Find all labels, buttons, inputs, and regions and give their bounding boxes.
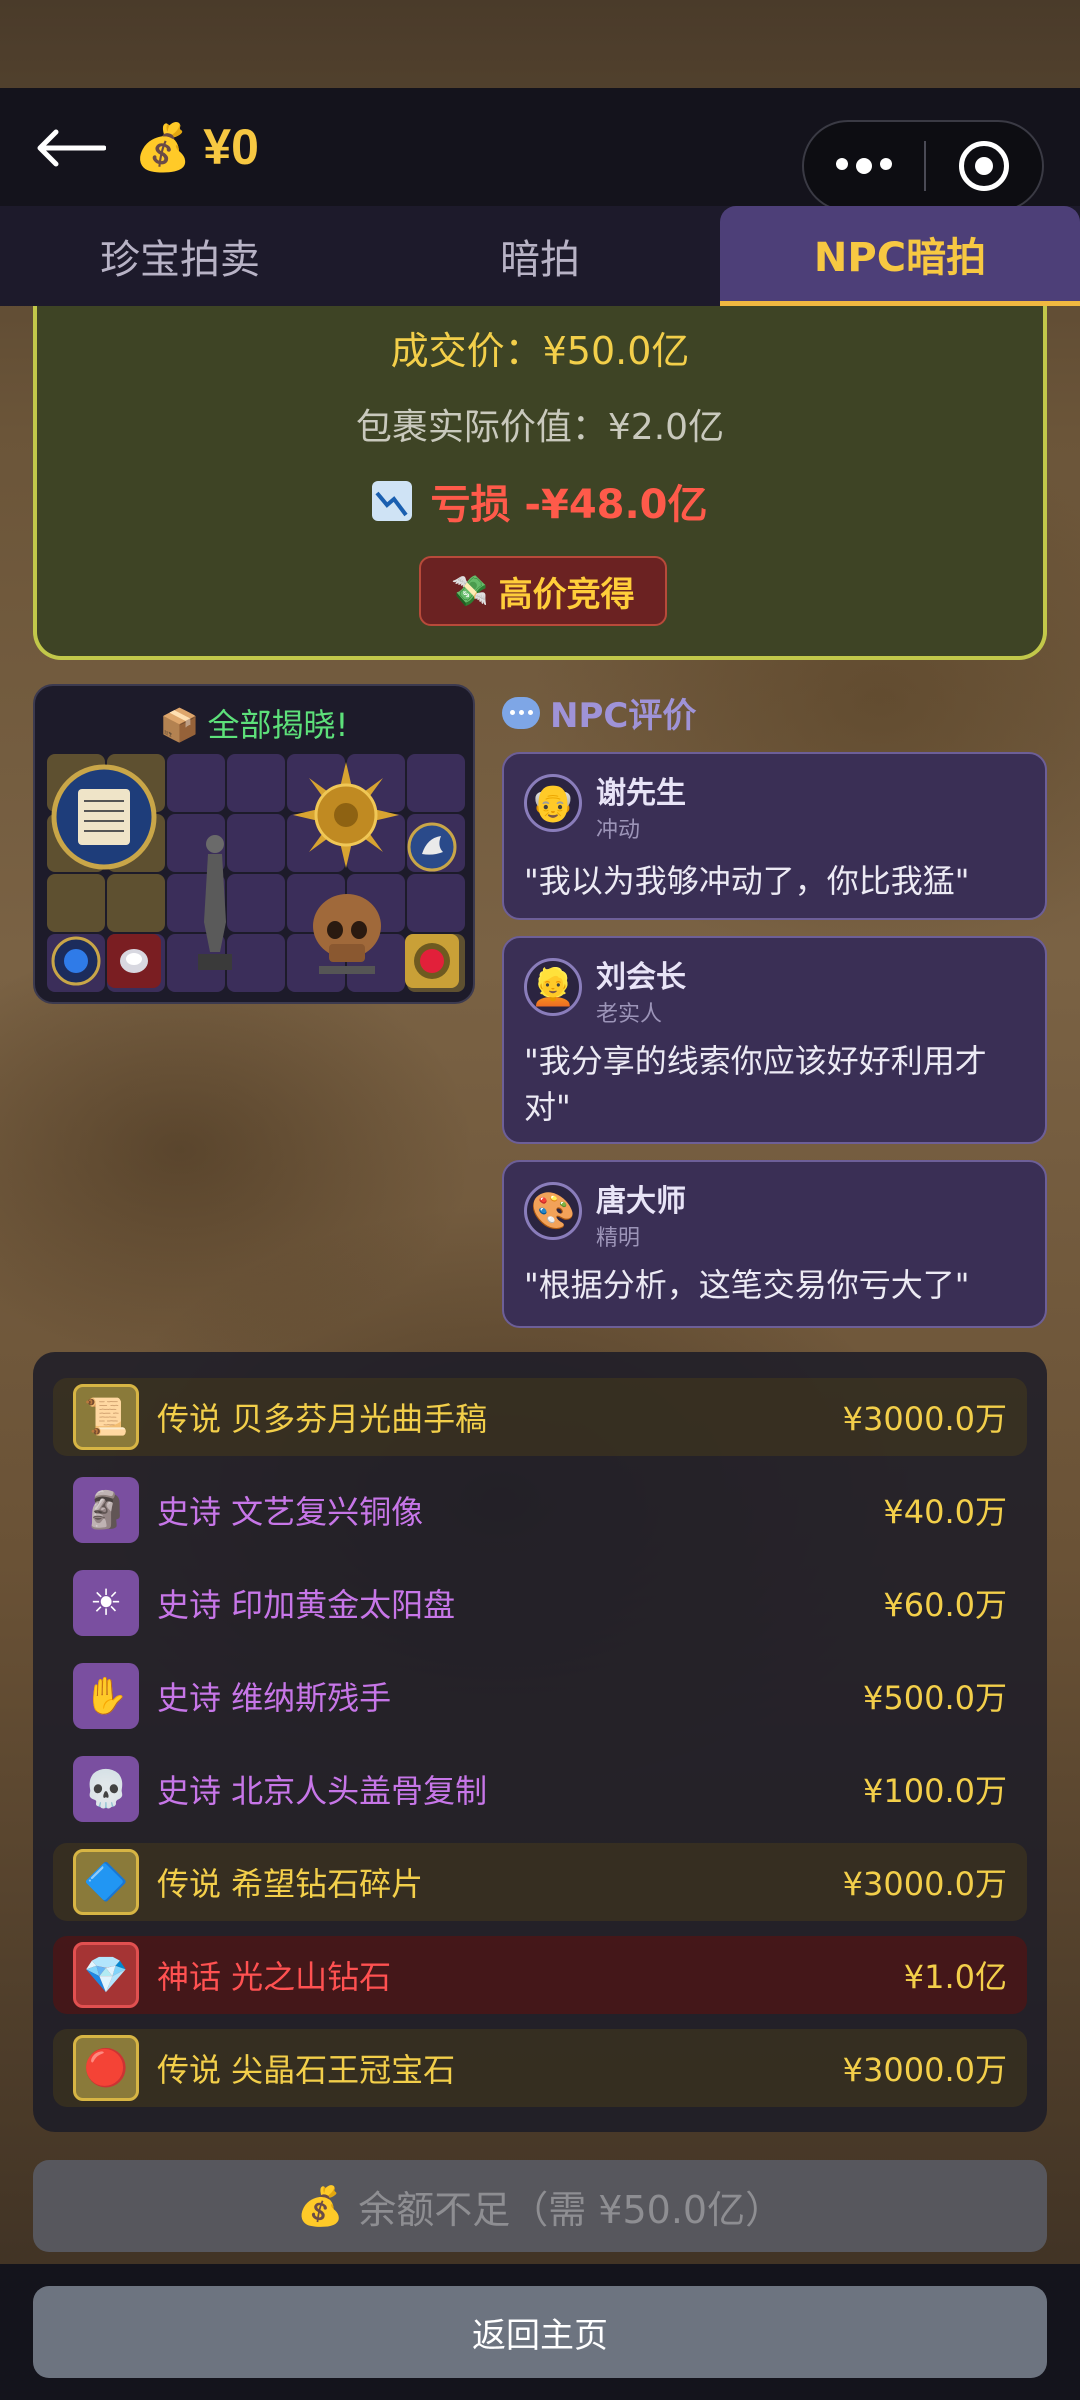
money-wings-icon: 💸 (451, 573, 489, 609)
loss-amount: 亏损 -¥48.0亿 (430, 482, 708, 528)
statue-icon: 🗿 (73, 1477, 139, 1543)
item-price: ¥3000.0万 (842, 1865, 1007, 1903)
item-name: 传说 贝多芬月光曲手稿 (157, 1400, 488, 1438)
blue-gem-icon[interactable] (49, 934, 103, 988)
reveal-grid-panel: 📦 全部揭晓! (33, 684, 475, 1004)
npc-name: 谢先生 (596, 776, 686, 811)
list-item[interactable]: 📜 传说 贝多芬月光曲手稿 ¥3000.0万 (53, 1378, 1027, 1456)
chart-down-icon (372, 481, 413, 521)
close-miniprogram-button[interactable] (926, 141, 1042, 191)
more-menu-button[interactable] (804, 158, 924, 174)
npc-review-card: 👱 刘会长 老实人 "我分享的线索你应该好好利用才对" (502, 936, 1047, 1144)
balance-display: 💰 ¥0 (134, 114, 259, 180)
list-item[interactable]: 🗿 史诗 文艺复兴铜像 ¥40.0万 (53, 1471, 1027, 1549)
list-item[interactable]: 💀 史诗 北京人头盖骨复制 ¥100.0万 (53, 1750, 1027, 1828)
loss-row: 亏损 -¥48.0亿 (37, 472, 1043, 530)
list-item[interactable]: ✋ 史诗 维纳斯残手 ¥500.0万 (53, 1657, 1027, 1735)
reveal-title: 📦 全部揭晓! (159, 706, 349, 744)
tab-bar: 珍宝拍卖 暗拍 NPC暗拍 (0, 206, 1080, 306)
skull-icon: 💀 (73, 1756, 139, 1822)
diamond-icon: 💎 (73, 1942, 139, 2008)
artist-avatar-icon: 🎨 (524, 1182, 582, 1240)
graduate-avatar-icon: 👱 (524, 958, 582, 1016)
hand-icon: ✋ (73, 1663, 139, 1729)
item-price: ¥3000.0万 (842, 1400, 1007, 1438)
item-list: 📜 传说 贝多芬月光曲手稿 ¥3000.0万 🗿 史诗 文艺复兴铜像 ¥40.0… (33, 1352, 1047, 2132)
npc-name: 刘会长 (596, 960, 686, 995)
money-bag-icon: 💰 (296, 2183, 345, 2228)
item-price: ¥1.0亿 (903, 1958, 1007, 1996)
scroll-icon[interactable] (49, 762, 159, 872)
return-home-button[interactable]: 返回主页 (33, 2286, 1047, 2378)
insufficient-balance-button[interactable]: 💰 余额不足（需 ¥50.0亿） (33, 2160, 1047, 2252)
insufficient-label: 余额不足（需 ¥50.0亿） (358, 2187, 784, 2232)
red-gem-icon: 🔴 (73, 2035, 139, 2101)
item-name: 神话 光之山钻石 (157, 1958, 392, 1996)
tab-blind-auction[interactable]: 暗拍 (360, 206, 720, 306)
npc-quote: "根据分析，这笔交易你亏大了" (524, 1266, 970, 1304)
npc-review-card: 👴 谢先生 冲动 "我以为我够冲动了，你比我猛" (502, 752, 1047, 920)
hand-icon[interactable] (405, 820, 459, 874)
item-name: 传说 尖晶石王冠宝石 (157, 2051, 456, 2089)
tab-treasure-auction[interactable]: 珍宝拍卖 (0, 206, 360, 306)
item-name: 传说 希望钻石碎片 (157, 1865, 424, 1903)
money-bag-icon: 💰 (134, 120, 192, 174)
item-price: ¥100.0万 (863, 1772, 1007, 1810)
npc-trait: 老实人 (596, 1002, 663, 1027)
npc-trait: 精明 (596, 1226, 641, 1251)
package-icon: 📦 (159, 706, 200, 744)
scroll-icon: 📜 (73, 1384, 139, 1450)
speech-bubble-icon (502, 696, 540, 729)
deal-price: 成交价：¥50.0亿 (390, 329, 690, 373)
item-name: 史诗 北京人头盖骨复制 (157, 1772, 488, 1810)
item-price: ¥60.0万 (883, 1586, 1007, 1624)
balance-amount: ¥0 (203, 119, 259, 175)
red-gem-icon[interactable] (405, 934, 459, 988)
skull-icon[interactable] (297, 882, 397, 982)
statue-icon[interactable] (187, 818, 243, 986)
npc-review-card: 🎨 唐大师 精明 "根据分析，这笔交易你亏大了" (502, 1160, 1047, 1328)
npc-section-title: NPC评价 (502, 688, 696, 737)
high-price-badge: 💸 高价竞得 (419, 556, 667, 626)
npc-quote: "我分享的线索你应该好好利用才对" (524, 1042, 987, 1126)
item-price: ¥3000.0万 (842, 2051, 1007, 2089)
actual-value: 包裹实际价值：¥2.0亿 (355, 407, 725, 448)
list-item[interactable]: 🔷 传说 希望钻石碎片 ¥3000.0万 (53, 1843, 1027, 1921)
sun-disc-icon[interactable] (291, 760, 401, 870)
item-price: ¥40.0万 (883, 1493, 1007, 1531)
back-button[interactable] (34, 118, 114, 178)
badge-label: 高价竞得 (498, 574, 635, 615)
elder-avatar-icon: 👴 (524, 774, 582, 832)
npc-trait: 冲动 (596, 818, 641, 843)
list-item[interactable]: ☀ 史诗 印加黄金太阳盘 ¥60.0万 (53, 1564, 1027, 1642)
list-item[interactable]: 💎 神话 光之山钻石 ¥1.0亿 (53, 1936, 1027, 2014)
diamond-icon[interactable] (107, 934, 161, 988)
tab-npc-blind-auction[interactable]: NPC暗拍 (720, 206, 1080, 306)
blue-gem-icon: 🔷 (73, 1849, 139, 1915)
result-card: 成交价：¥50.0亿 包裹实际价值：¥2.0亿 亏损 -¥48.0亿 💸 高价竞… (33, 306, 1047, 660)
target-icon (959, 141, 1009, 191)
list-item[interactable]: 🔴 传说 尖晶石王冠宝石 ¥3000.0万 (53, 2029, 1027, 2107)
sun-disc-icon: ☀ (73, 1570, 139, 1636)
item-name: 史诗 维纳斯残手 (157, 1679, 392, 1717)
item-price: ¥500.0万 (863, 1679, 1007, 1717)
miniprogram-capsule (802, 120, 1044, 212)
npc-quote: "我以为我够冲动了，你比我猛" (524, 862, 970, 900)
item-name: 史诗 印加黄金太阳盘 (157, 1586, 456, 1624)
item-name: 史诗 文艺复兴铜像 (157, 1493, 424, 1531)
npc-name: 唐大师 (596, 1184, 686, 1219)
back-arrow-icon (37, 129, 106, 167)
